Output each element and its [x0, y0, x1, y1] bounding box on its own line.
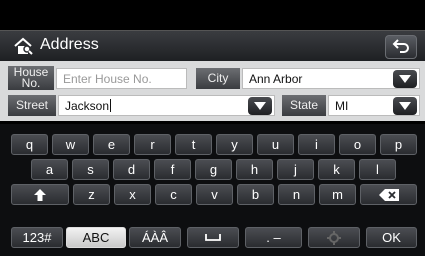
backspace-key[interactable]: [360, 184, 417, 205]
street-input[interactable]: Jackson: [58, 95, 275, 116]
state-value: MI: [335, 98, 349, 113]
state-label: State: [282, 95, 326, 116]
key-z[interactable]: z: [73, 184, 110, 205]
gear-icon: [327, 230, 341, 245]
key-l[interactable]: l: [359, 159, 396, 180]
key-c[interactable]: c: [155, 184, 192, 205]
numeric-mode-key[interactable]: 123#: [11, 227, 63, 248]
key-o[interactable]: o: [339, 134, 376, 155]
back-arrow-icon: [392, 39, 409, 53]
chevron-down-icon: [254, 102, 266, 110]
page-title: Address: [40, 36, 99, 53]
house-no-label: House No.: [8, 66, 54, 90]
key-y[interactable]: y: [216, 134, 253, 155]
key-w[interactable]: w: [52, 134, 89, 155]
key-t[interactable]: t: [175, 134, 212, 155]
key-j[interactable]: j: [277, 159, 314, 180]
key-d[interactable]: d: [113, 159, 150, 180]
accent-mode-key[interactable]: ÁÀÂ: [129, 227, 181, 248]
key-n[interactable]: n: [278, 184, 315, 205]
key-i[interactable]: i: [298, 134, 335, 155]
on-screen-keyboard: q w e r t y u i o p a s d f g h j k l z …: [0, 124, 425, 256]
address-entry-screen: Address House No. Enter House No. City A…: [0, 0, 425, 256]
key-h[interactable]: h: [236, 159, 273, 180]
key-s[interactable]: s: [72, 159, 109, 180]
key-g[interactable]: g: [195, 159, 232, 180]
ok-key[interactable]: OK: [366, 227, 417, 248]
key-e[interactable]: e: [93, 134, 130, 155]
backspace-icon: [378, 188, 399, 201]
state-dropdown-button[interactable]: [393, 97, 417, 115]
shift-key[interactable]: [11, 184, 69, 205]
header-bar: Address: [0, 30, 425, 63]
space-icon: [205, 234, 221, 241]
settings-key[interactable]: [308, 227, 360, 248]
city-label: City: [196, 68, 240, 89]
dot-dash-key[interactable]: . –: [245, 227, 302, 248]
key-v[interactable]: v: [196, 184, 233, 205]
back-button[interactable]: [385, 35, 417, 59]
key-m[interactable]: m: [319, 184, 356, 205]
key-r[interactable]: r: [134, 134, 171, 155]
space-key[interactable]: [187, 227, 239, 248]
home-search-icon: [14, 37, 34, 55]
key-f[interactable]: f: [154, 159, 191, 180]
shift-arrow-icon: [34, 188, 46, 201]
city-value: Ann Arbor: [249, 71, 303, 86]
street-value: Jackson: [65, 98, 110, 113]
text-cursor: [110, 99, 112, 112]
city-dropdown-button[interactable]: [393, 70, 417, 88]
key-b[interactable]: b: [237, 184, 274, 205]
street-label: Street: [8, 95, 56, 116]
chevron-down-icon: [399, 102, 411, 110]
key-a[interactable]: a: [31, 159, 68, 180]
key-q[interactable]: q: [11, 134, 48, 155]
key-u[interactable]: u: [257, 134, 294, 155]
house-no-input[interactable]: Enter House No.: [56, 68, 187, 89]
address-form: House No. Enter House No. City Ann Arbor…: [0, 61, 425, 121]
key-x[interactable]: x: [114, 184, 151, 205]
street-dropdown-button[interactable]: [248, 97, 272, 115]
key-k[interactable]: k: [318, 159, 355, 180]
abc-mode-key[interactable]: ABC: [66, 227, 126, 248]
key-p[interactable]: p: [380, 134, 417, 155]
house-no-placeholder: Enter House No.: [63, 71, 152, 86]
chevron-down-icon: [399, 75, 411, 83]
